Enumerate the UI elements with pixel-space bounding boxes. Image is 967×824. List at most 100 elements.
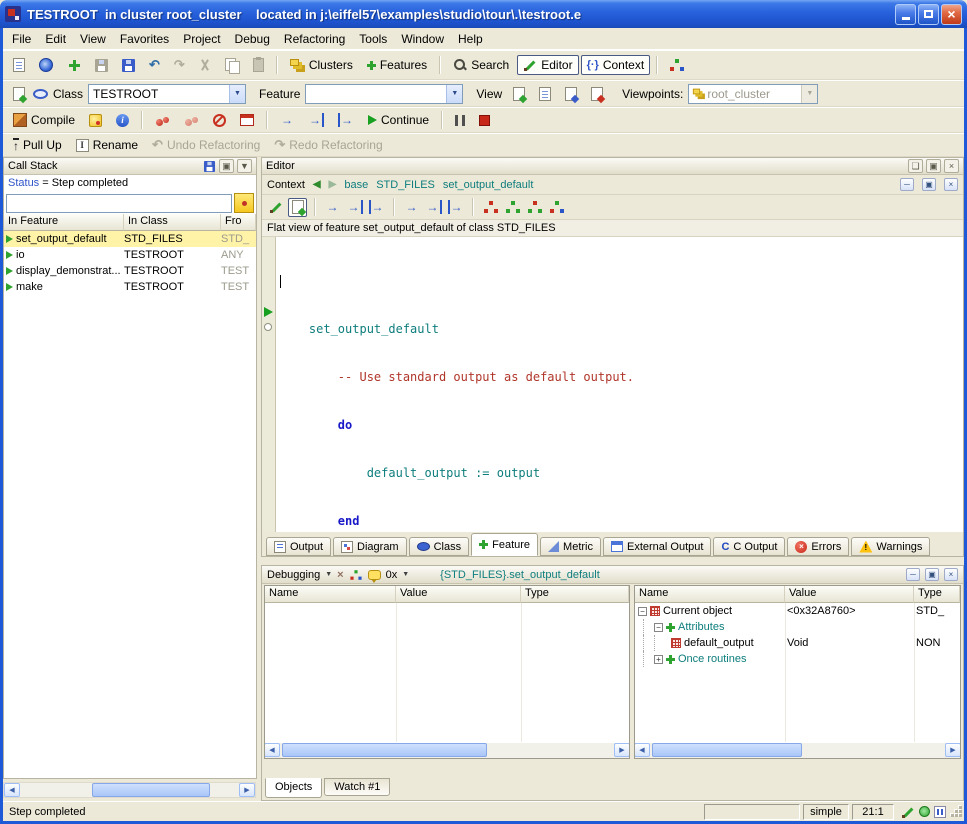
step-into-button[interactable]: → (302, 110, 330, 130)
minimize-icon[interactable]: ─ (906, 568, 920, 581)
chevron-down-icon[interactable]: ▼ (402, 571, 409, 578)
step-next-button[interactable]: → (274, 110, 300, 130)
tab-output[interactable]: Output (266, 537, 331, 556)
edit-code-button[interactable] (266, 198, 285, 217)
suppliers-button[interactable] (547, 198, 566, 217)
tab-watch-1[interactable]: Watch #1 (324, 778, 390, 796)
chevron-down-icon[interactable]: ▼ (325, 571, 332, 578)
clients-button[interactable] (525, 198, 544, 217)
redo-button[interactable]: ↷ (168, 55, 191, 75)
menu-view[interactable]: View (73, 29, 113, 49)
objects-grid-hscrollbar[interactable]: ◀ ▶ (634, 743, 961, 759)
descendants-button[interactable] (503, 198, 522, 217)
viewpoints-combo-dropdown[interactable]: ▼ (801, 85, 817, 103)
pull-up-button[interactable]: ↑ Pull Up (7, 135, 68, 156)
history-forward-icon[interactable]: ▶ (329, 179, 337, 190)
watch-grid-hscrollbar[interactable]: ◀ ▶ (264, 743, 630, 759)
clusters-button[interactable]: Clusters (284, 55, 359, 75)
object-tree-row[interactable]: default_output Void NON (635, 635, 960, 651)
feature-combo-dropdown[interactable]: ▼ (446, 85, 462, 103)
new-item-button[interactable] (61, 55, 87, 75)
breadcrumb-cluster[interactable]: base (344, 179, 368, 191)
project-info-button[interactable]: i (110, 111, 135, 130)
callees-button[interactable]: → (402, 198, 421, 217)
open-in-new-tab-button[interactable] (7, 84, 31, 104)
menu-tools[interactable]: Tools (352, 29, 394, 49)
step-out-button[interactable]: → (332, 110, 360, 130)
redo-refactoring-button[interactable]: ↷ Redo Refactoring (268, 135, 388, 155)
continue-button[interactable]: Continue (362, 110, 435, 130)
undock-icon[interactable]: ▣ (219, 159, 234, 173)
column-type[interactable]: Type (521, 586, 629, 603)
menu-help[interactable]: Help (451, 29, 490, 49)
call-stack-row[interactable]: set_output_default STD_FILES STD_ (4, 231, 256, 247)
menu-file[interactable]: File (5, 29, 38, 49)
scroll-left-button[interactable]: ◀ (634, 743, 650, 757)
undo-button[interactable]: ↶ (143, 55, 166, 75)
tab-objects[interactable]: Objects (265, 778, 322, 798)
call-stack-row[interactable]: display_demonstrat... TESTROOT TEST (4, 263, 256, 279)
menu-window[interactable]: Window (394, 29, 451, 49)
view-flat-button[interactable] (533, 84, 557, 104)
open-button[interactable] (33, 55, 59, 75)
go-to-definition-button[interactable]: → (323, 198, 342, 217)
tab-warnings[interactable]: !Warnings (851, 537, 930, 556)
code-lines[interactable]: set_output_default -- Use standard outpu… (276, 237, 963, 532)
save-button[interactable] (89, 56, 114, 75)
context-toggle-button[interactable]: {·} Context (581, 55, 651, 75)
close-icon[interactable]: × (944, 568, 958, 581)
diagram-tool-button[interactable] (664, 55, 690, 75)
scroll-right-button[interactable]: ▶ (239, 783, 255, 797)
breadcrumb-class[interactable]: STD_FILES (376, 179, 435, 191)
object-tree-row[interactable]: − Current object <0x32A8760> STD_ (635, 603, 960, 619)
column-value[interactable]: Value (785, 586, 914, 603)
history-back-icon[interactable]: ◀ (313, 179, 321, 190)
ancestors-button[interactable] (481, 198, 500, 217)
collapse-icon[interactable]: − (654, 623, 663, 632)
scroll-thumb[interactable] (282, 743, 487, 757)
debug-window-button[interactable] (234, 111, 260, 129)
exchange-icon[interactable] (350, 569, 361, 580)
close-icon[interactable]: × (944, 159, 959, 173)
maximize-icon[interactable]: ▣ (925, 568, 939, 581)
tab-feature[interactable]: Feature (471, 533, 538, 556)
restore-icon[interactable]: ❏ (908, 159, 923, 173)
maximize-icon[interactable]: ▣ (926, 159, 941, 173)
column-in-feature[interactable]: In Feature (4, 214, 124, 231)
debug-run-ignore-button[interactable] (178, 110, 205, 130)
column-from[interactable]: Fro (221, 214, 256, 231)
features-button[interactable]: Features (361, 55, 433, 75)
menu-refactoring[interactable]: Refactoring (277, 29, 352, 49)
tab-external-output[interactable]: External Output (603, 537, 711, 556)
creators-button[interactable]: → (424, 198, 443, 217)
scroll-left-button[interactable]: ◀ (264, 743, 280, 757)
minimize-button[interactable] (895, 4, 916, 25)
tab-metric[interactable]: Metric (540, 537, 601, 556)
new-window-button[interactable] (7, 55, 31, 75)
cut-button[interactable] (193, 55, 217, 75)
call-stack-row[interactable]: make TESTROOT TEST (4, 279, 256, 295)
dock-down-icon[interactable]: ▼ (237, 159, 252, 173)
pause-button[interactable] (449, 112, 471, 129)
code-area[interactable]: set_output_default -- Use standard outpu… (262, 237, 963, 532)
menu-debug[interactable]: Debug (228, 29, 277, 49)
compile-button[interactable]: Compile (7, 110, 81, 130)
callers-button[interactable]: → (367, 198, 386, 217)
close-button[interactable]: × (941, 4, 962, 25)
save-all-button[interactable] (116, 56, 141, 75)
scroll-right-button[interactable]: ▶ (614, 743, 630, 757)
class-combo[interactable]: TESTROOT ▼ (88, 84, 246, 104)
new-editor-button[interactable] (288, 198, 307, 217)
disable-breakpoints-button[interactable] (207, 111, 232, 130)
breakpoint-gutter[interactable] (262, 237, 276, 532)
column-value[interactable]: Value (396, 586, 521, 603)
scroll-thumb[interactable] (92, 783, 210, 797)
debug-run-button[interactable] (149, 110, 176, 130)
breadcrumb-feature[interactable]: set_output_default (443, 179, 534, 191)
expand-icon[interactable]: + (654, 655, 663, 664)
object-tree-row[interactable]: + Once routines (635, 651, 960, 667)
resize-grip[interactable] (950, 805, 963, 818)
tab-c-output[interactable]: CC Output (713, 537, 785, 556)
tab-errors[interactable]: ×Errors (787, 537, 849, 556)
melt-button[interactable] (83, 111, 108, 130)
